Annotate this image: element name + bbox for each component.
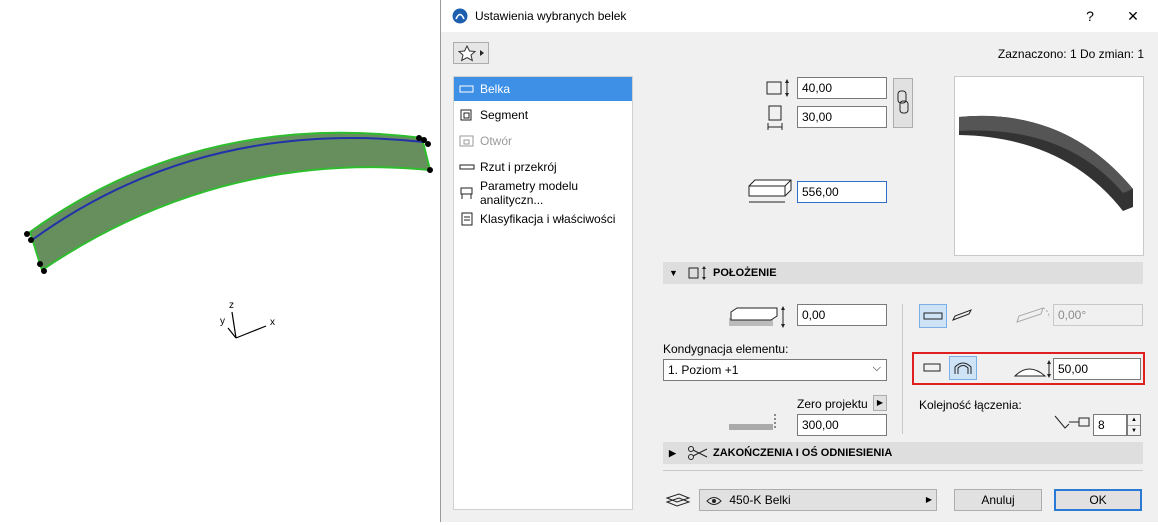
beam-preview-3d xyxy=(959,115,1133,211)
beam-length-input[interactable]: 556,00 xyxy=(797,181,887,203)
chevron-down-icon: ⌵ xyxy=(872,362,881,374)
story-select[interactable]: 1. Poziom +1 ⌵ xyxy=(663,359,887,381)
section-positioning-header[interactable]: ▼ POŁOŻENIE xyxy=(663,262,1143,284)
vertical-offset-icon xyxy=(729,306,785,328)
nav-item-rzut[interactable]: Rzut i przekrój xyxy=(454,155,632,179)
nav-item-label: Segment xyxy=(480,108,529,122)
dialog-title: Ustawienia wybranych belek xyxy=(475,9,627,23)
order-input[interactable]: 8 xyxy=(1093,414,1127,436)
nav-item-label: Otwór xyxy=(480,134,513,148)
axis-z-label: z xyxy=(229,300,234,311)
slant-angle-input[interactable]: 0,00° xyxy=(1053,304,1143,326)
divider xyxy=(902,304,903,434)
intersection-priority-icon xyxy=(1054,415,1090,429)
play-arrow-icon: ▶ xyxy=(925,495,932,504)
slanted-beam-toggle[interactable] xyxy=(949,304,977,328)
favorites-button[interactable] xyxy=(453,42,489,64)
vertical-offset-input[interactable]: 0,00 xyxy=(797,304,887,326)
reference-value-input[interactable]: 300,00 xyxy=(797,414,887,436)
story-select-value: 1. Poziom +1 xyxy=(668,363,739,377)
divider xyxy=(663,470,1143,471)
section-title: POŁOŻENIE xyxy=(713,267,777,279)
axis-y-label: y xyxy=(220,316,225,327)
nav-item-analytical[interactable]: Parametry modelu analityczn... xyxy=(454,179,632,207)
settings-nav: Belka Segment Otwór Rzut i przekrój Para… xyxy=(453,76,633,510)
layer-selector[interactable]: 450-K Belki ▶ xyxy=(699,489,937,511)
spinner-up-icon[interactable]: ▲ xyxy=(1128,415,1140,426)
selection-info: Zaznaczono: 1 Do zmian: 1 xyxy=(997,47,1144,61)
beam-height-input[interactable]: 30,00 xyxy=(797,106,887,128)
reference-popup-button[interactable]: ▶ xyxy=(873,395,887,411)
reference-label: Zero projektu xyxy=(797,397,868,411)
close-button[interactable]: ✕ xyxy=(1121,6,1145,26)
segment-icon xyxy=(459,108,475,122)
3d-viewport[interactable]: z x y xyxy=(0,0,440,522)
link-dimensions-button[interactable] xyxy=(893,78,913,128)
beam-length-icon xyxy=(748,179,792,203)
straight-beam-toggle[interactable] xyxy=(919,356,947,380)
curved-beam-toggle[interactable] xyxy=(949,356,977,380)
spinner-down-icon[interactable]: ▼ xyxy=(1128,426,1140,436)
order-label: Kolejność łączenia: xyxy=(919,398,1022,412)
help-button[interactable]: ? xyxy=(1078,6,1102,26)
nav-item-label: Klasyfikacja i właściwości xyxy=(480,212,616,226)
layer-name: 450-K Belki xyxy=(729,493,791,507)
ok-button[interactable]: OK xyxy=(1054,489,1142,511)
slant-angle-icon xyxy=(1016,307,1050,323)
beam-preview[interactable] xyxy=(954,76,1144,256)
star-icon xyxy=(457,44,484,62)
expand-arrow-icon: ▼ xyxy=(669,268,678,278)
nav-item-otwor[interactable]: Otwór xyxy=(454,129,632,153)
nav-item-belka[interactable]: Belka xyxy=(454,77,632,101)
beam-3d-view[interactable]: z x y xyxy=(0,0,440,522)
scissors-icon xyxy=(688,446,708,460)
beam-icon xyxy=(459,82,475,96)
cancel-button[interactable]: Anuluj xyxy=(954,489,1042,511)
curved-beam xyxy=(28,131,432,272)
nav-item-label: Parametry modelu analityczn... xyxy=(480,179,579,207)
slanted-beam-icon xyxy=(951,309,973,321)
curve-height-input[interactable]: 50,00 xyxy=(1053,358,1141,380)
beam-settings-dialog: Ustawienia wybranych belek ? ✕ Zaznaczon… xyxy=(440,0,1158,522)
play-arrow-icon: ▶ xyxy=(876,398,884,407)
app-logo-icon xyxy=(452,8,468,24)
section-title: ZAKOŃCZENIA I OŚ ODNIESIENIA xyxy=(713,447,893,459)
beam-width-input[interactable]: 40,00 xyxy=(797,77,887,99)
title-bar: Ustawienia wybranych belek ? ✕ xyxy=(441,0,1158,32)
eye-icon xyxy=(706,496,722,505)
layers-icon xyxy=(665,493,691,507)
document-icon xyxy=(459,212,475,226)
reference-level-icon xyxy=(729,414,776,430)
axis-x-label: x xyxy=(270,317,275,328)
axis-gizmo xyxy=(227,311,267,339)
curved-beam-icon xyxy=(954,362,972,374)
straight-beam-icon xyxy=(923,363,941,372)
settings-main-panel: 40,00 30,00 556,00 ▼ POŁOŻENIE 0,00 Kond… xyxy=(641,76,1145,511)
floor-plan-icon xyxy=(459,160,475,174)
nav-item-classification[interactable]: Klasyfikacja i właściwości xyxy=(454,207,632,231)
curve-height-icon xyxy=(1013,360,1051,378)
beam-width-icon xyxy=(766,79,789,97)
story-label: Kondygnacja elementu: xyxy=(663,342,789,356)
section-ends-header[interactable]: ▶ ZAKOŃCZENIA I OŚ ODNIESIENIA xyxy=(663,442,1143,464)
positioning-icon xyxy=(688,266,706,280)
horizontal-beam-icon xyxy=(923,312,943,320)
nav-item-segment[interactable]: Segment xyxy=(454,103,632,127)
analytical-icon xyxy=(459,186,475,200)
beam-height-icon xyxy=(767,105,783,130)
horizontal-beam-toggle[interactable] xyxy=(919,304,947,328)
chain-link-icon xyxy=(897,90,909,114)
order-spinner[interactable]: ▲ ▼ xyxy=(1127,414,1141,436)
nav-item-label: Belka xyxy=(480,82,511,96)
opening-icon xyxy=(459,134,475,148)
nav-item-label: Rzut i przekrój xyxy=(480,160,557,174)
collapse-arrow-icon: ▶ xyxy=(669,447,676,458)
